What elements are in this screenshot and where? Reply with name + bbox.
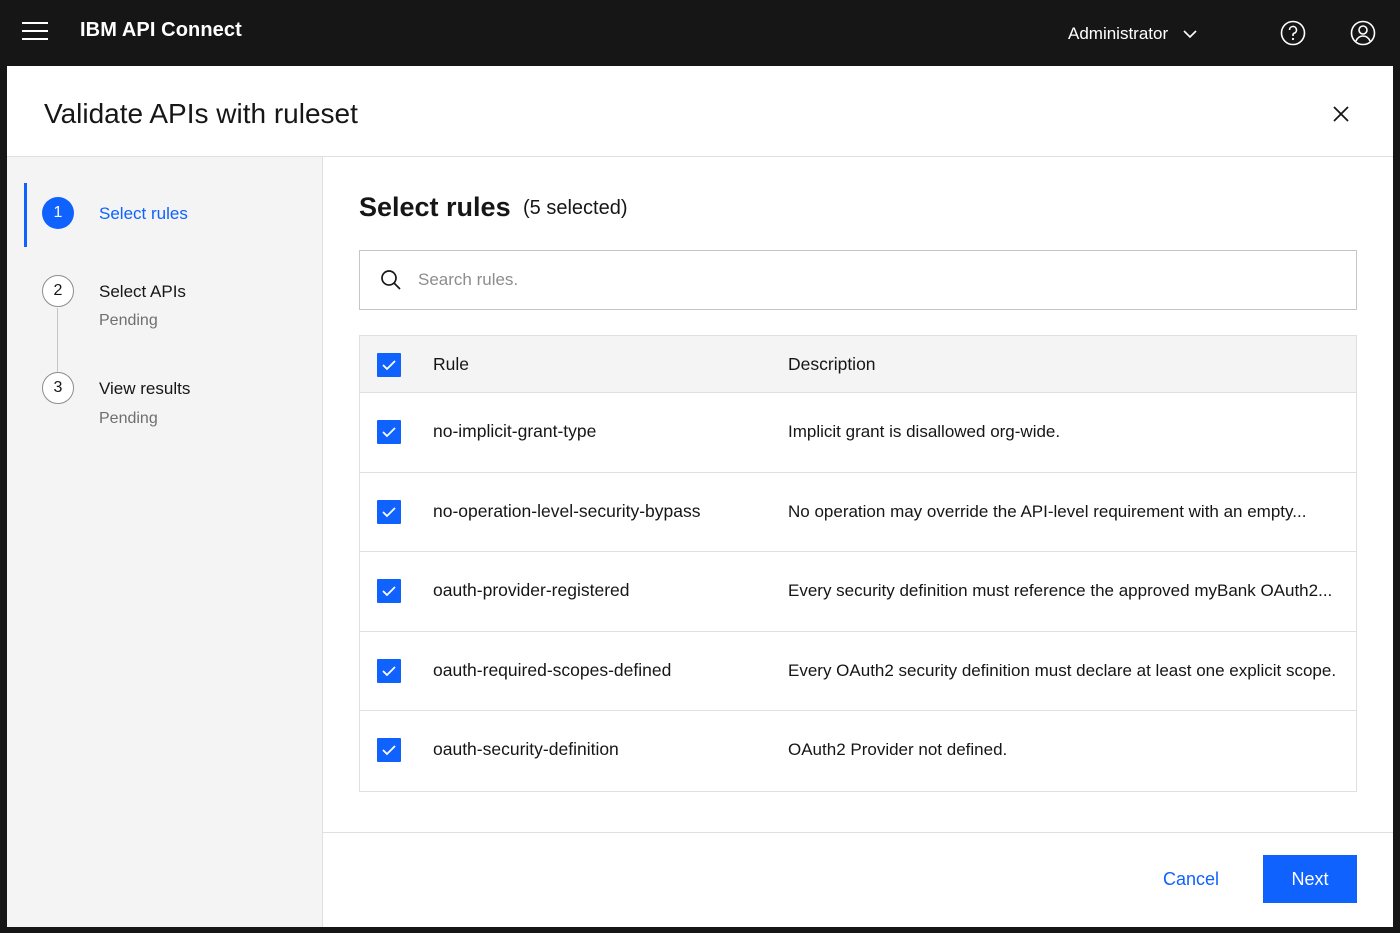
row-checkbox[interactable] [377,738,401,762]
checkmark-icon [382,586,396,597]
search-input[interactable] [418,270,1318,290]
checkmark-icon [382,665,396,676]
progress-indicator: 1 Select rules 2 Select APIs Pending 3 V… [7,157,323,927]
cancel-button[interactable]: Cancel [1145,855,1237,903]
user-role-label: Administrator [1068,24,1169,43]
select-all-checkbox[interactable] [377,353,401,377]
close-icon[interactable] [1329,102,1353,126]
step-2-status: Pending [99,312,158,329]
step-1-label[interactable]: Select rules [99,204,188,224]
table-row[interactable]: oauth-provider-registered Every security… [360,552,1356,632]
help-icon[interactable] [1280,20,1306,46]
rule-description: Implicit grant is disallowed org-wide. [788,422,1061,441]
checkmark-icon [382,506,396,517]
search-icon [381,270,401,290]
column-header-description[interactable]: Description [788,354,1348,375]
checkmark-icon [382,360,396,371]
row-checkbox[interactable] [377,579,401,603]
step-connector [57,308,58,372]
user-profile-icon[interactable] [1350,20,1376,46]
step-3-label: View results [99,379,191,398]
select-rules-panel: Select rules (5 selected) Rule Descripti… [323,157,1393,832]
rule-description: Every security definition must reference… [788,581,1333,600]
validate-modal: Validate APIs with ruleset 1 Select rule… [7,66,1393,927]
next-button[interactable]: Next [1263,855,1357,903]
top-header: IBM API Connect Administrator [0,0,1400,66]
step-1-number: 1 [42,197,74,229]
column-header-rule[interactable]: Rule [433,354,469,375]
rule-name: no-operation-level-security-bypass [433,500,701,521]
rule-description: OAuth2 Provider not defined. [788,740,1008,759]
modal-title: Validate APIs with ruleset [44,98,358,129]
modal-footer: Cancel Next [323,832,1393,927]
table-row[interactable]: no-operation-level-security-bypass No op… [360,473,1356,552]
table-row[interactable]: no-implicit-grant-type Implicit grant is… [360,393,1356,473]
rule-description: Every OAuth2 security definition must de… [788,660,1337,680]
rules-table: Rule Description no-implicit-grant-type … [359,335,1357,792]
row-checkbox[interactable] [377,420,401,444]
modal-header: Validate APIs with ruleset [7,66,1393,157]
step-3-number: 3 [42,372,74,404]
rule-name: no-implicit-grant-type [433,421,597,441]
checkmark-icon [382,427,396,438]
table-header-row: Rule Description [360,336,1356,393]
rule-name: oauth-provider-registered [433,580,630,600]
rule-description: No operation may override the API-level … [788,501,1307,521]
user-role-dropdown[interactable]: Administrator [1068,22,1198,46]
row-checkbox[interactable] [377,499,401,524]
table-row[interactable]: oauth-required-scopes-defined Every OAut… [360,632,1356,711]
step-2-number: 2 [42,275,74,307]
chevron-down-icon [1183,30,1197,39]
rule-name: oauth-security-definition [433,739,619,759]
row-checkbox[interactable] [377,658,401,683]
search-field[interactable] [359,250,1357,310]
hamburger-menu-icon[interactable] [22,22,48,44]
rule-name: oauth-required-scopes-defined [433,659,672,680]
checkmark-icon [382,745,396,756]
section-title: Select rules [359,192,511,222]
product-name: IBM API Connect [80,19,242,41]
step-3-status: Pending [99,410,158,427]
selected-count: (5 selected) [523,197,628,219]
table-row[interactable]: oauth-security-definition OAuth2 Provide… [360,711,1356,791]
active-step-bar [24,183,27,247]
step-2-label: Select APIs [99,282,186,301]
